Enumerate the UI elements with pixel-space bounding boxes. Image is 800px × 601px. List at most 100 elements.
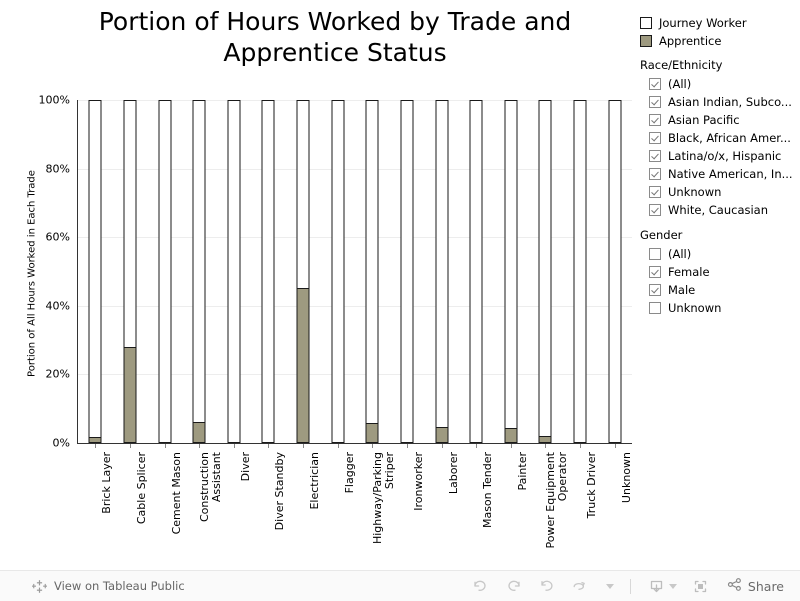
x-axis-tick-label[interactable]: Diver [239,452,252,482]
filter-checkbox[interactable] [649,132,661,144]
bar-slot [563,100,598,443]
refresh-icon[interactable] [563,573,596,599]
bar-journey-worker[interactable] [296,100,310,443]
filter-checkbox[interactable] [649,96,661,108]
y-axis-tick-label: 60% [45,230,70,244]
bar-journey-worker[interactable] [365,100,379,443]
filter-option[interactable]: Female [640,263,800,281]
filter-checkbox[interactable] [649,302,661,314]
x-axis-tick-label[interactable]: Cement Mason [170,452,183,534]
filter-checkbox[interactable] [649,248,661,260]
bar-segment-apprentice[interactable] [124,346,136,442]
x-axis-tick-label[interactable]: Power Equipment Operator [544,452,569,548]
x-axis-tick-label[interactable]: Flagger [343,452,356,494]
x-axis-tick-mark [234,444,235,448]
bar-journey-worker[interactable] [573,100,587,443]
x-axis-tick-label[interactable]: Truck Driver [585,452,598,518]
bar-journey-worker[interactable] [608,100,622,443]
x-axis-tick-label[interactable]: Construction Assistant [198,452,223,522]
download-icon[interactable] [640,573,684,599]
x-axis-tick-mark [615,444,616,448]
pause-auto-updates-button[interactable] [596,573,621,599]
filter-checkbox[interactable] [649,150,661,162]
legend-item[interactable]: Apprentice [640,32,800,49]
filter-checkbox[interactable] [649,186,661,198]
chevron-down-icon [668,583,677,589]
bar-segment-apprentice[interactable] [539,436,551,442]
bottom-toolbar: View on Tableau Public Share [0,570,800,601]
x-axis-tick-label[interactable]: Electrician [308,452,321,510]
bar-segment-apprentice[interactable] [505,428,517,442]
x-axis-tick-mark [476,444,477,448]
filters-container: Race/Ethnicity (All) Asian Indian, Subco..… [640,58,800,317]
filter-option-label: (All) [668,77,692,91]
bar-segment-apprentice[interactable] [366,423,378,442]
filter-checkbox[interactable] [649,266,661,278]
chart-plot: Portion of All Hours Worked in Each Trad… [0,0,640,570]
revert-icon[interactable] [530,573,563,599]
filter-option-label: Female [668,265,710,279]
x-axis-tick-mark [130,444,131,448]
x-axis-label-line: Striper [383,452,396,490]
x-axis-label-line: Operator [556,452,569,502]
filter-option[interactable]: Unknown [640,299,800,317]
x-axis-tick-label[interactable]: Mason Tender [481,452,494,528]
filter-checkbox[interactable] [649,78,661,90]
view-on-tableau-public-link[interactable]: View on Tableau Public [32,579,185,594]
x-axis-tick-label[interactable]: Laborer [447,452,460,495]
bar-segment-apprentice[interactable] [89,436,101,442]
bar-segment-apprentice[interactable] [297,287,309,442]
undo-icon[interactable] [464,573,497,599]
filter-option-label: Asian Indian, Subco... [668,95,792,109]
redo-icon[interactable] [497,573,530,599]
share-button[interactable]: Share [717,576,790,596]
x-axis-label-line: Flagger [343,452,356,494]
filter-checkbox[interactable] [649,114,661,126]
x-axis-tick-mark [268,444,269,448]
filter-option[interactable]: Asian Indian, Subco... [640,93,800,111]
x-axis-tick-label[interactable]: Painter [516,452,529,491]
filter-checkbox[interactable] [649,168,661,180]
legend-and-filters-panel: Journey Worker Apprentice Race/Ethnicity (… [640,14,800,317]
y-axis-line [77,100,78,444]
bar-journey-worker[interactable] [435,100,449,443]
filter-option[interactable]: Unknown [640,183,800,201]
bar-journey-worker[interactable] [261,100,275,443]
x-axis-tick-label[interactable]: Cable Splicer [135,452,148,524]
bar-journey-worker[interactable] [469,100,483,443]
bar-journey-worker[interactable] [88,100,102,443]
x-axis-tick-label[interactable]: Unknown [620,452,633,503]
bar-segment-apprentice[interactable] [436,426,448,442]
filter-option[interactable]: White, Caucasian [640,201,800,219]
filter-option[interactable]: (All) [640,75,800,93]
filter-checkbox[interactable] [649,204,661,216]
filter-option[interactable]: Male [640,281,800,299]
bar-journey-worker[interactable] [331,100,345,443]
filter-option[interactable]: Native American, In... [640,165,800,183]
bar-journey-worker[interactable] [192,100,206,443]
bar-journey-worker[interactable] [400,100,414,443]
x-axis-tick-label[interactable]: Highway/Parking Striper [371,452,396,544]
filter-option[interactable]: Latina/o/x, Hispanic [640,147,800,165]
bar-journey-worker[interactable] [504,100,518,443]
filter-option[interactable]: (All) [640,245,800,263]
bar-journey-worker[interactable] [227,100,241,443]
x-axis-tick-label[interactable]: Diver Standby [273,452,286,530]
filter-option[interactable]: Black, African Amer... [640,129,800,147]
x-axis-label-line: Laborer [447,452,460,495]
filter-checkbox[interactable] [649,284,661,296]
bar-slot [113,100,148,443]
filter-option[interactable]: Asian Pacific [640,111,800,129]
bar-journey-worker[interactable] [538,100,552,443]
fullscreen-icon[interactable] [684,573,717,599]
x-axis-label-line: Diver [239,452,252,482]
legend-label: Journey Worker [659,15,747,30]
x-axis-tick-label[interactable]: Ironworker [412,452,425,511]
bar-segment-apprentice[interactable] [193,422,205,442]
bar-journey-worker[interactable] [123,100,137,443]
bar-journey-worker[interactable] [158,100,172,443]
legend-item[interactable]: Journey Worker [640,14,800,31]
bar-slot [182,100,217,443]
x-axis-tick-label[interactable]: Brick Layer [100,452,113,514]
x-axis-tick-mark [303,444,304,448]
